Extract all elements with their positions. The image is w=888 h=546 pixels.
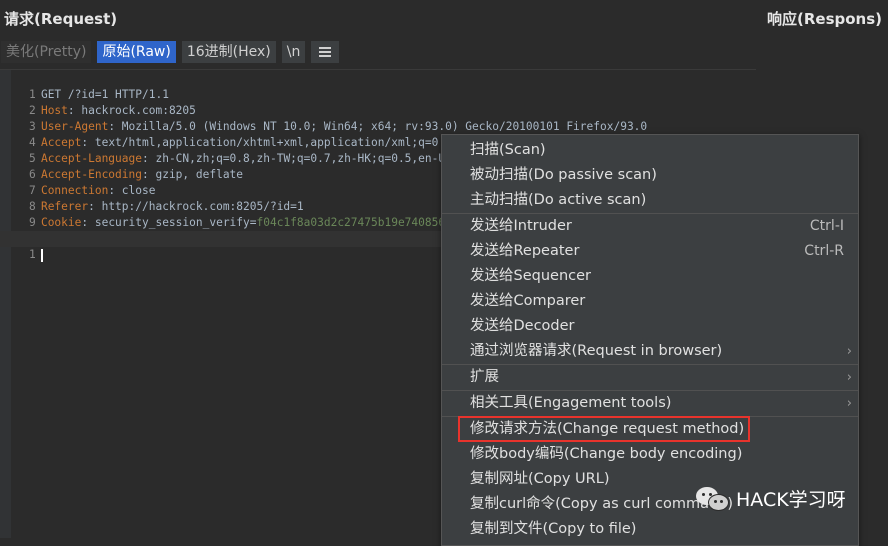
menu-item-send-intruder[interactable]: 发送给Intruder Ctrl-I (442, 214, 858, 239)
editor-line: 4 Accept: text/html,application/xhtml+xml… (0, 119, 756, 149)
view-mode-tabs: 美化(Pretty) 原始(Raw) 16进制(Hex) \n (0, 40, 341, 64)
chevron-right-icon: › (846, 370, 852, 385)
editor-line: 1 GET /?id=1 HTTP/1.1 (0, 71, 756, 101)
menu-item-label: 发送给Decoder (470, 318, 575, 334)
menu-item-label: 发送给Repeater (470, 243, 580, 259)
menu-item-request-in-browser[interactable]: 通过浏览器请求(Request in browser) › (442, 339, 858, 364)
tab-pretty[interactable]: 美化(Pretty) (0, 40, 93, 64)
chevron-right-icon: › (846, 344, 852, 359)
menu-item-label: 通过浏览器请求(Request in browser) (470, 343, 723, 359)
menu-item-label: 复制curl命令(Copy as curl command) (470, 496, 734, 512)
response-panel-title: 响应(Respons) (766, 10, 882, 28)
menu-item-label: 修改body编码(Change body encoding) (470, 446, 743, 462)
tab-hex[interactable]: 16进制(Hex) (180, 40, 277, 64)
menu-item-scan[interactable]: 扫描(Scan) (442, 138, 858, 163)
hamburger-icon (319, 47, 332, 57)
menu-item-label: 复制网址(Copy URL) (470, 471, 610, 487)
menu-item-label: 发送给Intruder (470, 218, 572, 234)
tab-raw[interactable]: 原始(Raw) (96, 40, 177, 64)
menu-item-copy-to-file[interactable]: 复制到文件(Copy to file) (442, 517, 858, 542)
menu-item-send-decoder[interactable]: 发送给Decoder (442, 314, 858, 339)
menu-item-engagement-tools[interactable]: 相关工具(Engagement tools) › (442, 391, 858, 416)
menu-item-label: 扩展 (470, 369, 499, 385)
shortcut-label: Ctrl-R (804, 243, 844, 259)
menu-item-send-sequencer[interactable]: 发送给Sequencer (442, 264, 858, 289)
watermark-text: HACK学习呀 (736, 488, 846, 511)
editor-line: 2 Host: hackrock.com:8205 (0, 87, 756, 117)
request-panel-title: 请求(Request) (4, 10, 118, 28)
menu-item-label: 相关工具(Engagement tools) (470, 395, 672, 411)
wechat-icon (696, 485, 730, 511)
header: 请求(Request) 响应(Respons) (0, 0, 888, 38)
menu-item-label: 发送给Comparer (470, 293, 586, 309)
menu-item-label: 修改请求方法(Change request method) (470, 421, 745, 437)
watermark: HACK学习呀 (696, 484, 846, 512)
menu-item-label: 扫描(Scan) (470, 142, 546, 158)
shortcut-label: Ctrl-I (809, 218, 844, 234)
menu-item-label: 发送给Sequencer (470, 268, 591, 284)
menu-item-label: 被动扫描(Do passive scan) (470, 167, 657, 183)
tab-newline-toggle[interactable]: \n (280, 40, 307, 64)
menu-item-label: 主动扫描(Do active scan) (470, 192, 647, 208)
menu-item-passive-scan[interactable]: 被动扫描(Do passive scan) (442, 163, 858, 188)
menu-item-send-comparer[interactable]: 发送给Comparer (442, 289, 858, 314)
menu-item-label: 复制到文件(Copy to file) (470, 521, 637, 537)
menu-item-change-body-encoding[interactable]: 修改body编码(Change body encoding) (442, 442, 858, 467)
menu-item-active-scan[interactable]: 主动扫描(Do active scan) (442, 188, 858, 213)
editor-line: 3 User-Agent: Mozilla/5.0 (Windows NT 10.… (0, 103, 756, 133)
menu-item-send-repeater[interactable]: 发送给Repeater Ctrl-R (442, 239, 858, 264)
line-number: 1 (28, 248, 36, 261)
menu-item-change-request-method[interactable]: 修改请求方法(Change request method) (442, 417, 858, 442)
chevron-right-icon: › (846, 396, 852, 411)
menu-item-extensions[interactable]: 扩展 › (442, 365, 858, 390)
tab-menu[interactable] (310, 40, 341, 64)
text-caret (40, 248, 43, 262)
